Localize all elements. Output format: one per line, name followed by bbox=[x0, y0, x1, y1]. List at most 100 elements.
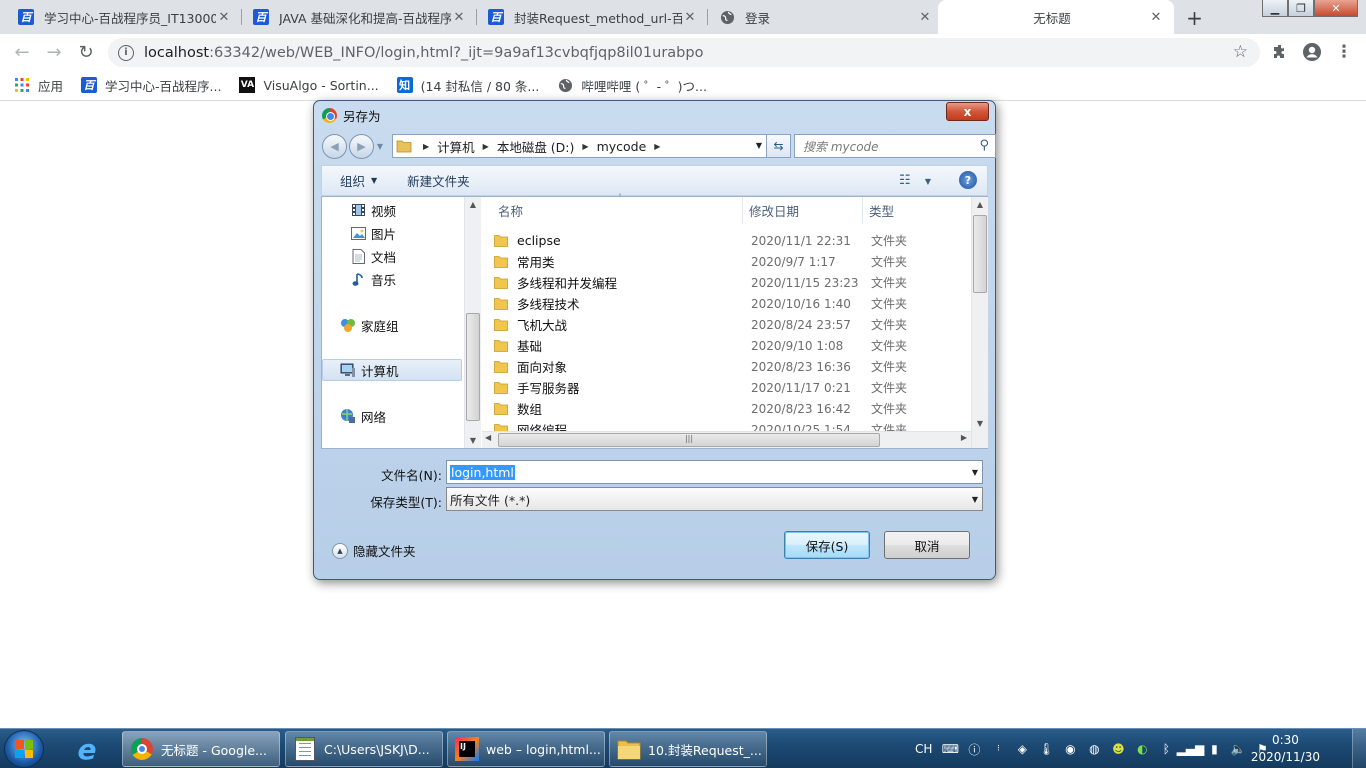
battery-icon[interactable]: ▮ bbox=[1204, 739, 1224, 759]
close-icon[interactable]: ✕ bbox=[682, 10, 698, 25]
nav-scrollbar[interactable]: ▲ ▼ bbox=[464, 197, 481, 448]
extensions-puzzle-icon[interactable] bbox=[1270, 42, 1290, 62]
nav-item-homegroup[interactable]: 家庭组 bbox=[322, 314, 462, 336]
filename-input[interactable]: login,html ▼ bbox=[446, 460, 983, 484]
input-language[interactable]: CH bbox=[915, 739, 932, 759]
search-input[interactable]: 搜索 mycode ⚲ bbox=[794, 134, 996, 158]
scroll-down-arrow-icon[interactable]: ▼ bbox=[972, 419, 988, 428]
hide-folders-toggle[interactable]: ▲ 隐藏文件夹 bbox=[332, 541, 416, 560]
taskbar-item[interactable]: IJ web – login,html... bbox=[447, 731, 605, 767]
tab-login[interactable]: 登录 ✕ bbox=[701, 0, 943, 34]
taskbar-item[interactable]: C:\Users\JSKJ\D... bbox=[285, 731, 443, 767]
cancel-button[interactable]: 取消 bbox=[884, 531, 970, 559]
forward-arrow-icon[interactable]: ▶ bbox=[349, 133, 374, 159]
bookmark-visualgo[interactable]: VA VisuAlgo - Sortin... bbox=[239, 77, 379, 93]
bookmark-study-center[interactable]: 百 学习中心-百战程序... bbox=[81, 76, 221, 95]
filetype-select[interactable]: 所有文件 (*.*) ▼ bbox=[446, 487, 983, 511]
site-info-icon[interactable]: i bbox=[118, 44, 134, 61]
breadcrumb-computer[interactable]: 计算机 bbox=[437, 137, 475, 156]
close-icon[interactable]: ✕ bbox=[917, 10, 933, 25]
bookmark-zhihu[interactable]: 知 (14 封私信 / 80 条... bbox=[396, 76, 539, 95]
tab-untitled[interactable]: 无标题 ✕ bbox=[938, 0, 1174, 34]
reload-button[interactable]: ↻ bbox=[74, 40, 98, 64]
bookmark-apps[interactable]: 应用 bbox=[14, 76, 63, 95]
horizontal-scrollbar[interactable]: ◀ ||| ▶ bbox=[482, 431, 971, 448]
close-icon[interactable]: ✕ bbox=[1148, 10, 1164, 25]
file-row[interactable]: 手写服务器 2020/11/17 0:21 文件夹 bbox=[490, 377, 965, 398]
address-bar[interactable]: i localhost:63342/web/WEB_INFO/login,htm… bbox=[108, 38, 1260, 67]
new-folder-button[interactable]: 新建文件夹 bbox=[407, 171, 470, 190]
file-row[interactable]: eclipse 2020/11/1 22:31 文件夹 bbox=[490, 230, 965, 251]
start-button[interactable] bbox=[4, 730, 44, 768]
organize-button[interactable]: 组织 ▼ bbox=[340, 171, 377, 190]
forward-button[interactable]: → bbox=[42, 40, 66, 64]
scroll-down-arrow-icon[interactable]: ▼ bbox=[465, 436, 481, 445]
keyboard-icon[interactable]: ⌨ bbox=[940, 739, 960, 759]
refresh-button[interactable]: ⇆ bbox=[766, 134, 791, 158]
taskbar-item[interactable]: 无标题 - Google... bbox=[122, 731, 280, 767]
taskbar-ie-pin[interactable]: e bbox=[66, 731, 114, 767]
scroll-thumb[interactable] bbox=[466, 313, 480, 421]
window-close-button[interactable]: ✕ bbox=[1314, 0, 1358, 17]
smiley-icon[interactable]: ☻ bbox=[1108, 739, 1128, 759]
help-button[interactable]: ? bbox=[959, 171, 977, 189]
wechat-icon[interactable]: ◐ bbox=[1132, 739, 1152, 759]
signal-bars-icon[interactable]: ▂▄▆ bbox=[1177, 739, 1205, 759]
profile-avatar-icon[interactable] bbox=[1302, 42, 1322, 62]
file-row[interactable]: 多线程和并发编程 2020/11/15 23:23 文件夹 bbox=[490, 272, 965, 293]
breadcrumb-drive-d[interactable]: 本地磁盘 (D:) bbox=[497, 137, 575, 156]
file-list-scrollbar[interactable]: ▲ ▼ bbox=[971, 197, 988, 448]
view-options-button[interactable]: ☷ ▼ bbox=[899, 173, 931, 188]
save-button[interactable]: 保存(S) bbox=[784, 531, 870, 559]
close-icon[interactable]: ✕ bbox=[216, 10, 232, 25]
chevron-down-icon[interactable]: ▼ bbox=[756, 141, 762, 150]
file-row[interactable]: 常用类 2020/9/7 1:17 文件夹 bbox=[490, 251, 965, 272]
nav-item-documents[interactable]: 文档 bbox=[322, 245, 462, 267]
menu-kebab-icon[interactable]: ⋮ bbox=[1334, 42, 1354, 62]
chrome-tray-icon[interactable]: ◉ bbox=[1060, 739, 1080, 759]
nav-item-computer[interactable]: 计算机 bbox=[322, 359, 462, 381]
bluetooth-icon[interactable]: ᛒ bbox=[1156, 739, 1176, 759]
breadcrumb[interactable]: ▶ 计算机 ▶ 本地磁盘 (D:) ▶ mycode ▶ ▼ bbox=[392, 134, 767, 158]
nav-item-music[interactable]: 音乐 bbox=[322, 268, 462, 290]
chevron-right-icon[interactable]: ▶ bbox=[483, 142, 489, 151]
scroll-right-arrow-icon[interactable]: ▶ bbox=[961, 433, 967, 442]
thermometer-icon[interactable]: 🌡 bbox=[1036, 739, 1056, 759]
help-circle-icon[interactable]: ⓘ bbox=[964, 739, 984, 759]
dialog-close-button[interactable]: x bbox=[946, 102, 989, 121]
tab-request-method[interactable]: 百 封装Request_method_url-百战 ✕ bbox=[470, 0, 708, 34]
file-row[interactable]: 基础 2020/9/10 1:08 文件夹 bbox=[490, 335, 965, 356]
chevron-right-icon[interactable]: ▶ bbox=[423, 142, 429, 151]
file-row[interactable]: 多线程技术 2020/10/16 1:40 文件夹 bbox=[490, 293, 965, 314]
tab-study-center[interactable]: 百 学习中心-百战程序员_IT13000 ✕ bbox=[0, 0, 242, 34]
close-icon[interactable]: ✕ bbox=[451, 10, 467, 25]
nav-item-videos[interactable]: 视频 bbox=[322, 199, 462, 221]
history-dropdown-icon[interactable]: ▼ bbox=[376, 134, 384, 159]
file-row[interactable]: 网络编程 2020/10/25 1:54 文件夹 bbox=[490, 419, 965, 431]
chevron-right-icon[interactable]: ▶ bbox=[582, 142, 588, 151]
qq-penguin-icon[interactable]: ◍ bbox=[1084, 739, 1104, 759]
taskbar-item[interactable]: 10.封装Request_... bbox=[609, 731, 767, 767]
show-desktop-button[interactable] bbox=[1352, 729, 1366, 768]
new-tab-button[interactable]: + bbox=[1182, 5, 1207, 30]
scroll-up-arrow-icon[interactable]: ▲ bbox=[972, 200, 988, 209]
system-clock[interactable]: 0:30 2020/11/30 bbox=[1251, 732, 1320, 766]
tab-java-course[interactable]: 百 JAVA 基础深化和提高-百战程序 ✕ bbox=[235, 0, 477, 34]
file-row[interactable]: 飞机大战 2020/8/24 23:57 文件夹 bbox=[490, 314, 965, 335]
file-row[interactable]: 面向对象 2020/8/23 16:36 文件夹 bbox=[490, 356, 965, 377]
maximize-button[interactable]: ❐ bbox=[1288, 0, 1314, 17]
nav-item-pictures[interactable]: 图片 bbox=[322, 222, 462, 244]
scroll-left-arrow-icon[interactable]: ◀ bbox=[485, 433, 491, 442]
cube-icon[interactable]: ◈ bbox=[1012, 739, 1032, 759]
file-row[interactable]: 数组 2020/8/23 16:42 文件夹 bbox=[490, 398, 965, 419]
minimize-button[interactable]: ▁ bbox=[1262, 0, 1288, 17]
scroll-thumb[interactable]: ||| bbox=[498, 433, 880, 447]
scroll-up-arrow-icon[interactable]: ▲ bbox=[465, 200, 481, 209]
breadcrumb-mycode[interactable]: mycode bbox=[597, 139, 647, 154]
chevron-down-icon[interactable]: ▼ bbox=[972, 468, 978, 477]
bookmark-star-icon[interactable]: ☆ bbox=[1233, 42, 1248, 62]
back-arrow-icon[interactable]: ◀ bbox=[322, 133, 347, 159]
tray-overflow-icon[interactable]: ⁝ bbox=[988, 739, 1008, 759]
bookmark-bilibili[interactable]: 哔哩哔哩 ( ゜- ゜)つ... bbox=[557, 76, 707, 95]
chevron-right-icon[interactable]: ▶ bbox=[654, 142, 660, 151]
